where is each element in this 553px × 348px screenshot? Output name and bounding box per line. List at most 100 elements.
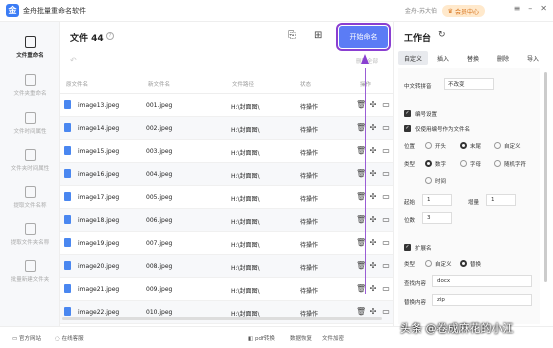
add-file-icon[interactable]: ⎘ [288, 30, 299, 42]
only-number-checkbox[interactable]: ✓ [404, 125, 411, 132]
pdf-link[interactable]: ◧ pdf转换 [248, 334, 275, 342]
tab-delete[interactable]: 删除 [488, 51, 518, 65]
move-icon[interactable]: ✣ [369, 146, 377, 155]
move-icon[interactable]: ✣ [369, 261, 377, 270]
delete-icon[interactable]: 🗑 [356, 307, 366, 316]
open-folder-icon[interactable]: ▭ [382, 123, 390, 132]
sidebar-item-file-time[interactable]: 文件时间属性 [0, 110, 60, 144]
delete-icon[interactable]: 🗑 [356, 192, 366, 201]
table-row[interactable]: image21.jpeg 009.jpeg H:\封面图\ 待操作 🗑 ✣ ▭ [60, 278, 393, 301]
original-name: image19.jpeg [78, 240, 120, 247]
find-input[interactable]: docx [432, 275, 532, 287]
table-row[interactable]: image19.jpeg 007.jpeg H:\封面图\ 待操作 🗑 ✣ ▭ [60, 232, 393, 255]
move-icon[interactable]: ✣ [369, 169, 377, 178]
open-folder-icon[interactable]: ▭ [382, 169, 390, 178]
open-folder-icon[interactable]: ▭ [382, 307, 390, 316]
open-folder-icon[interactable]: ▭ [382, 100, 390, 109]
website-link[interactable]: ▭ 官方网站 [12, 334, 41, 342]
replace-input[interactable]: zip [432, 294, 532, 306]
panel-scrollbar[interactable] [544, 72, 547, 282]
recovery-link[interactable]: 数据恢复 [290, 334, 312, 342]
delete-icon[interactable]: 🗑 [356, 261, 366, 270]
delete-icon[interactable]: 🗑 [356, 169, 366, 178]
start-rename-button[interactable]: 开始命名 [336, 23, 391, 51]
type-letter-radio[interactable] [460, 160, 467, 167]
table-row[interactable]: image18.jpeg 006.jpeg H:\封面图\ 待操作 🗑 ✣ ▭ [60, 209, 393, 232]
ext-custom-radio[interactable] [425, 260, 432, 267]
sidebar-item-folder-rename[interactable]: 文件夹重命名 [0, 72, 60, 106]
move-icon[interactable]: ✣ [369, 192, 377, 201]
digits-label: 位数 [404, 218, 416, 224]
position-start-radio[interactable] [425, 142, 432, 149]
tab-custom[interactable]: 自定义 [398, 51, 428, 65]
delete-icon[interactable]: 🗑 [356, 215, 366, 224]
service-link[interactable]: ◌ 在线客服 [55, 334, 84, 342]
open-folder-icon[interactable]: ▭ [382, 146, 390, 155]
encrypt-link[interactable]: 文件加密 [322, 334, 344, 342]
refresh-icon[interactable]: ↻ [438, 30, 446, 40]
move-icon[interactable]: ✣ [369, 284, 377, 293]
sidebar-item-file-rename[interactable]: 文件重命名 [0, 34, 60, 68]
close-icon[interactable]: ✕ [540, 4, 547, 13]
vip-center-button[interactable]: ♛ 会员中心 [441, 5, 485, 17]
table-row[interactable]: image20.jpeg 008.jpeg H:\封面图\ 待操作 🗑 ✣ ▭ [60, 255, 393, 278]
numbering-checkbox[interactable]: ✓ [404, 110, 411, 117]
delete-icon[interactable]: 🗑 [356, 284, 366, 293]
title-bar: 金 金舟批量重命名软件 金舟-苏大伯 ♛ 会员中心 ≡ – ✕ [0, 0, 553, 22]
open-folder-icon[interactable]: ▭ [382, 284, 390, 293]
open-folder-icon[interactable]: ▭ [382, 192, 390, 201]
sidebar-item-extract-folder[interactable]: 提取文件夹名称 [0, 221, 60, 255]
service-label: 在线客服 [61, 336, 84, 342]
sidebar-item-extract-file[interactable]: 提取文件名称 [0, 184, 60, 218]
menu-icon[interactable]: ≡ [514, 4, 521, 13]
table-row[interactable]: image22.jpeg 010.jpeg H:\封面图\ 待操作 🗑 ✣ ▭ [60, 301, 393, 324]
original-name: image22.jpeg [78, 309, 120, 316]
sidebar-item-folder-time[interactable]: 文件夹时间属性 [0, 147, 60, 181]
undo-icon[interactable]: ↶ [70, 56, 77, 65]
open-folder-icon[interactable]: ▭ [382, 238, 390, 247]
table-row[interactable]: image14.jpeg 002.jpeg H:\封面图\ 待操作 🗑 ✣ ▭ [60, 117, 393, 140]
start-stepper[interactable]: 1 [422, 194, 452, 206]
table-row[interactable]: image17.jpeg 005.jpeg H:\封面图\ 待操作 🗑 ✣ ▭ [60, 186, 393, 209]
move-icon[interactable]: ✣ [369, 123, 377, 132]
ext-replace-radio[interactable] [460, 260, 467, 267]
file-path: H:\封面图\ [231, 196, 260, 203]
minimize-icon[interactable]: – [528, 4, 532, 13]
delete-icon[interactable]: 🗑 [356, 100, 366, 109]
delete-icon[interactable]: 🗑 [356, 146, 366, 155]
delete-icon[interactable]: 🗑 [356, 123, 366, 132]
move-icon[interactable]: ✣ [369, 100, 377, 109]
file-path: H:\封面图\ [231, 265, 260, 272]
tab-import[interactable]: 导入 [518, 51, 548, 65]
step-stepper[interactable]: 1 [486, 194, 516, 206]
move-icon[interactable]: ✣ [369, 238, 377, 247]
position-end-radio[interactable] [460, 142, 467, 149]
pinyin-label: 中文转拼音 [404, 84, 432, 90]
pinyin-select[interactable]: 不改变 [444, 78, 494, 90]
extension-checkbox[interactable]: ✓ [404, 244, 411, 251]
new-name: 005.jpeg [146, 194, 173, 201]
status: 待操作 [300, 265, 319, 272]
type-random-radio[interactable] [494, 160, 501, 167]
type-number-radio[interactable] [425, 160, 432, 167]
tab-insert[interactable]: 插入 [428, 51, 458, 65]
position-custom-radio[interactable] [494, 142, 501, 149]
move-icon[interactable]: ✣ [369, 307, 377, 316]
open-folder-icon[interactable]: ▭ [382, 215, 390, 224]
tab-replace[interactable]: 替换 [458, 51, 488, 65]
table-row[interactable]: image16.jpeg 004.jpeg H:\封面图\ 待操作 🗑 ✣ ▭ [60, 163, 393, 186]
sidebar-item-new-folders[interactable]: 批量新建文件夹 [0, 258, 60, 292]
digits-stepper[interactable]: 3 [422, 212, 452, 224]
open-folder-icon[interactable]: ▭ [382, 261, 390, 270]
move-icon[interactable]: ✣ [369, 215, 377, 224]
image-file-icon [64, 215, 71, 224]
table-row[interactable]: image15.jpeg 003.jpeg H:\封面图\ 待操作 🗑 ✣ ▭ [60, 140, 393, 163]
help-icon[interactable]: ? [106, 32, 114, 40]
add-folder-icon[interactable]: ⊞ [314, 30, 325, 42]
horizontal-scrollbar[interactable] [62, 317, 382, 320]
table-row[interactable]: image13.jpeg 001.jpeg H:\封面图\ 待操作 🗑 ✣ ▭ [60, 94, 393, 117]
user-name[interactable]: 金舟-苏大伯 [405, 6, 437, 15]
sidebar-item-label: 批量新建文件夹 [10, 277, 50, 283]
type-time-radio[interactable] [425, 177, 432, 184]
delete-icon[interactable]: 🗑 [356, 238, 366, 247]
